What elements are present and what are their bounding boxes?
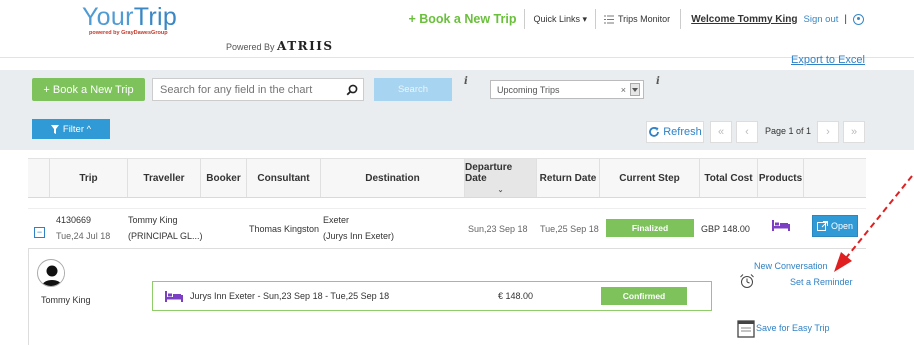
avatar	[37, 259, 65, 287]
trips-monitor-link[interactable]: Trips Monitor	[596, 14, 680, 24]
column-header-return-date[interactable]: Return Date	[537, 159, 600, 197]
welcome-user-link[interactable]: Welcome Tommy King	[681, 14, 797, 25]
column-header-total-cost[interactable]: Total Cost	[700, 159, 758, 197]
nav-book-trip-link[interactable]: + Book a New Trip	[408, 12, 524, 26]
refresh-label: Refresh	[663, 126, 702, 138]
collapse-row-button[interactable]: −	[34, 227, 45, 238]
column-header-products[interactable]: Products	[758, 159, 804, 197]
sort-chevron-down-icon: ⌄	[497, 187, 504, 194]
search-button[interactable]: Search	[374, 78, 452, 101]
clear-filter-icon[interactable]: ×	[621, 85, 626, 95]
powered-by: Powered By ATRIIS	[226, 39, 334, 53]
sign-out-link[interactable]: Sign out	[798, 14, 839, 25]
logo-word-your: Your	[82, 3, 134, 31]
book-new-trip-button[interactable]: + Book a New Trip	[32, 78, 145, 101]
header-divider	[0, 57, 914, 58]
booking-segment[interactable]: Jurys Inn Exeter - Sun,23 Sep 18 - Tue,2…	[152, 281, 712, 311]
chevron-down-icon[interactable]	[630, 83, 640, 96]
next-page-button[interactable]: ›	[817, 121, 839, 143]
yourtrip-logo[interactable]: YourTrip powered by GrayDawesGroup	[82, 4, 192, 36]
export-to-excel-link[interactable]: Export to Excel	[791, 54, 865, 66]
trip-id: 4130669	[56, 215, 92, 225]
logo-word-trip: Trip	[133, 3, 178, 31]
column-header-departure-date[interactable]: Departure Date ⌄	[465, 159, 537, 197]
alarm-clock-icon[interactable]	[739, 273, 755, 289]
destination-cell: Exeter	[323, 215, 350, 225]
traveller-org-cell: (PRINCIPAL GL...)	[128, 231, 203, 241]
funnel-icon	[50, 124, 59, 134]
total-cost-cell: GBP 148.00	[701, 224, 750, 234]
open-trip-button[interactable]: Open	[812, 215, 858, 237]
search-box	[152, 78, 364, 101]
column-header-actions	[804, 159, 866, 197]
return-date-cell: Tue,25 Sep 18	[540, 224, 599, 234]
table-header: Trip Traveller Booker Consultant Destina…	[28, 158, 866, 198]
new-conversation-link[interactable]: New Conversation	[754, 261, 828, 271]
column-header-booker[interactable]: Booker	[201, 159, 247, 197]
column-header-expand	[28, 159, 50, 197]
refresh-icon	[649, 127, 660, 137]
search-icon[interactable]	[341, 84, 363, 96]
logo-wordmark: YourTrip	[82, 4, 192, 30]
last-page-button[interactable]: »	[843, 121, 865, 143]
quick-links-dropdown[interactable]: Quick Links ▾	[525, 14, 595, 25]
departure-date-cell: Sun,23 Sep 18	[468, 224, 528, 234]
column-header-traveller[interactable]: Traveller	[128, 159, 201, 197]
refresh-button[interactable]: Refresh	[646, 121, 704, 143]
powered-by-label: Powered By	[226, 42, 275, 52]
save-for-easy-trip-link[interactable]: Save for Easy Trip	[756, 323, 830, 333]
trip-detail-panel: Tommy King Jurys Inn Exeter - Sun,23 Sep…	[28, 248, 866, 345]
hotel-bed-icon	[165, 291, 183, 302]
prev-page-button[interactable]: ‹	[736, 121, 758, 143]
filter-label: Filter ^	[62, 123, 92, 135]
current-step-badge: Finalized	[606, 219, 694, 237]
filter-toggle-button[interactable]: Filter ^	[32, 119, 110, 139]
top-nav: + Book a New Trip Quick Links ▾ Trips Mo…	[408, 9, 864, 29]
page-indicator: Page 1 of 1	[765, 126, 812, 136]
open-label: Open	[830, 221, 854, 231]
detail-traveller-name: Tommy King	[41, 295, 91, 305]
column-header-consultant[interactable]: Consultant	[247, 159, 321, 197]
nav-pipe: |	[844, 13, 847, 25]
set-reminder-link[interactable]: Set a Reminder	[790, 277, 853, 287]
external-open-icon	[816, 221, 828, 231]
column-header-current-step[interactable]: Current Step	[600, 159, 700, 197]
trip-filter-value: Upcoming Trips	[497, 84, 560, 95]
search-info-icon[interactable]: i	[464, 76, 468, 87]
table-row[interactable]: − 4130669 Tue,24 Jul 18 Tommy King (PRIN…	[28, 208, 866, 246]
first-page-button[interactable]: «	[710, 121, 732, 143]
filter-info-icon[interactable]: i	[656, 76, 660, 87]
save-document-icon[interactable]	[737, 319, 755, 338]
hotel-bed-icon	[772, 220, 790, 231]
search-input[interactable]	[153, 79, 341, 100]
list-icon	[604, 15, 614, 23]
settings-gear-icon[interactable]	[853, 13, 864, 25]
atriis-logo: ATRIIS	[277, 39, 334, 53]
trips-monitor-label: Trips Monitor	[618, 14, 671, 24]
consultant-cell: Thomas Kingston	[249, 224, 320, 234]
column-header-destination[interactable]: Destination	[321, 159, 465, 197]
column-header-trip[interactable]: Trip	[50, 159, 128, 197]
segment-price: € 148.00	[498, 291, 534, 301]
trip-filter-select[interactable]: Upcoming Trips ×	[490, 80, 644, 99]
trip-date: Tue,24 Jul 18	[56, 231, 111, 241]
traveller-name-cell: Tommy King	[128, 215, 178, 225]
destination-detail-cell: (Jurys Inn Exeter)	[323, 231, 395, 241]
segment-status-badge: Confirmed	[601, 287, 687, 305]
segment-description: Jurys Inn Exeter - Sun,23 Sep 18 - Tue,2…	[190, 291, 390, 301]
departure-date-label: Departure Date	[465, 162, 513, 184]
